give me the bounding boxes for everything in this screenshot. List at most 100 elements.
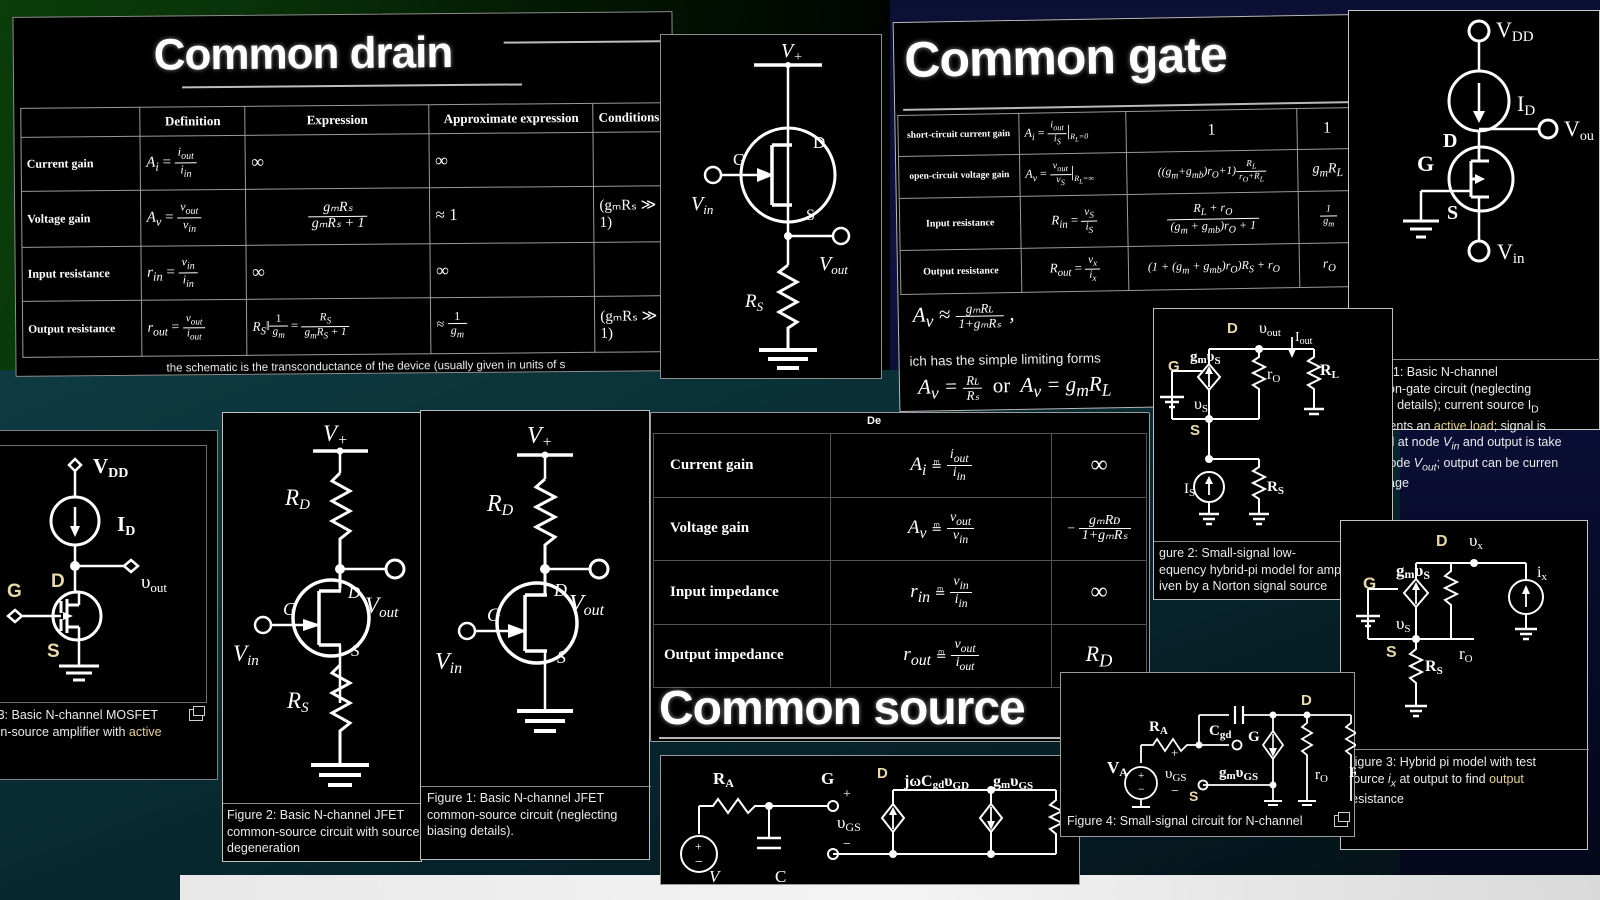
col-head-approx: Approximate expression xyxy=(429,103,594,134)
label-drain: D xyxy=(1436,533,1448,550)
caption-line: resistance xyxy=(1347,791,1404,806)
cell-definition: Av = vout vS |RL=∞ xyxy=(1019,152,1128,197)
label-jwcgd-vgd: jωCgdυGD xyxy=(903,773,969,792)
common-gate-title: Common gate xyxy=(903,26,1228,88)
caption-line: mon-source amplifier with active xyxy=(0,724,162,739)
window-common-drain[interactable]: Common drain Definition Expression Appro… xyxy=(12,11,684,377)
label-vin: Vin xyxy=(435,649,462,677)
label-vs: υS xyxy=(1194,396,1208,415)
label-gate: G xyxy=(487,605,501,626)
cell-approx: ≈ 1 gm xyxy=(430,296,596,354)
label-gm-vs: gmυS xyxy=(1190,349,1221,367)
label-source: S xyxy=(806,207,815,224)
table-row: Input resistance Rin = vS iS RL + rO (gm +… xyxy=(899,190,1360,251)
row-label-sc-current-gain: short-circuit current gain xyxy=(897,113,1020,157)
row-label-input-impedance: Input impedance xyxy=(653,560,831,625)
common-source-table: Current gain Ai ≞ iout iin ∞ Voltage gain… xyxy=(653,433,1147,688)
window-cs-figure1[interactable]: V+ RD Vout D G Vin S Figure 1: Basic N-c… xyxy=(420,410,651,860)
label-gate: G xyxy=(283,599,296,619)
label-vout: υout xyxy=(141,572,167,595)
label-vout: Vou xyxy=(1564,116,1594,144)
table-row: Current gain Ai ≞ iout iin ∞ xyxy=(653,433,1147,498)
label-v: V xyxy=(709,867,722,884)
cell-definition: rout = vout iout xyxy=(141,299,248,357)
common-gate-note-text: ich has the simple limiting forms xyxy=(909,350,1101,369)
window-common-drain-schematic[interactable]: V+ D G Vin S Vout RS xyxy=(660,34,882,379)
cs-fig1-caption: Figure 1: Basic N-channel JFET common-so… xyxy=(427,790,657,840)
cs-fig2-caption-rule xyxy=(223,803,423,804)
label-gate: G xyxy=(1363,574,1376,593)
cg-fig1-circuit-svg: VDD ID D Vou G S Vin xyxy=(1403,17,1594,267)
cell-definition: Ai = iout iin xyxy=(140,134,246,191)
cell-definition: Rin = vS iS xyxy=(1020,194,1129,249)
caption-line: ID. xyxy=(0,740,213,760)
table-row: Output resistance Rout = vx ix (1 + (gm +… xyxy=(900,242,1360,295)
plus-sign: + xyxy=(1138,770,1144,782)
cs-fig3-circuit-svg: VDD ID υout D G in S xyxy=(6,454,167,682)
label-ro: rO xyxy=(1459,644,1473,665)
cell-expression: gₘRₛ gₘRₛ + 1 xyxy=(245,187,431,246)
label-gm-vgs: gmυGS xyxy=(993,773,1033,792)
cell-definition: rin = vin iin xyxy=(141,245,247,301)
row-label-current-gain: Current gain xyxy=(653,433,831,498)
label-gate: G xyxy=(7,581,22,602)
label-source: S xyxy=(557,647,566,667)
table-row: Current gain Ai = iout iin ∞ ∞ xyxy=(20,131,666,192)
label-id: ID xyxy=(117,512,135,539)
label-rd: RD xyxy=(284,485,310,513)
common-source-partial-header: De xyxy=(867,415,882,427)
label-ro: rO xyxy=(1267,366,1280,385)
label-gate: G xyxy=(1417,151,1434,176)
label-drain: D xyxy=(877,765,888,782)
row-label-output-resistance: Output resistance xyxy=(22,300,143,358)
label-drain: D xyxy=(1301,692,1312,709)
label-c: C xyxy=(775,867,786,884)
row-label-voltage-gain: Voltage gain xyxy=(21,190,142,248)
minus-sign: − xyxy=(1138,782,1145,796)
label-id: ID xyxy=(1517,91,1535,119)
cell-definition: Av ≞ vout vin xyxy=(830,496,1052,561)
plus-sign-2: + xyxy=(1171,745,1178,760)
label-vdd: VDD xyxy=(1496,17,1534,45)
row-label-oc-voltage-gain: open-circuit voltage gain xyxy=(898,154,1021,199)
label-drain: D xyxy=(813,133,825,152)
common-gate-approx-formula: Av ≈ gₘRʟ 1+gₘRₛ , xyxy=(912,300,1015,331)
col-head-definition: Definition xyxy=(140,106,246,136)
common-drain-circuit-svg: V+ D G Vin S Vout RS xyxy=(691,40,851,370)
label-iout: Iout xyxy=(1295,330,1313,347)
table-row: Output resistance rout = vout iout RS‖ 1 gm… xyxy=(22,295,667,358)
label-rs: RS xyxy=(744,291,764,314)
table-row: Input impedance rin ≞ vin iin ∞ xyxy=(653,560,1147,625)
label-source: S xyxy=(1386,644,1397,661)
caption-line: source ix at output to find output xyxy=(1347,771,1524,790)
caption-line: common-source circuit (neglecting xyxy=(427,807,618,822)
window-cs-figure4[interactable]: RA + − VA Cgd G + υGS − S gmυGS D rO R F… xyxy=(1060,672,1356,837)
cell-approx: ∞ xyxy=(429,131,594,188)
caption-line: Figure 3: Hybrid pi model with test xyxy=(1347,755,1536,769)
label-ix: ix xyxy=(1537,564,1547,583)
cs-fig4-circuit-svg: RA + − VA Cgd G + υGS − S gmυGS D rO R xyxy=(1107,692,1356,808)
label-ro: rO xyxy=(1315,767,1328,785)
restore-window-icon[interactable] xyxy=(1334,812,1350,827)
window-cs-figure2[interactable]: V+ RD Vout D G Vin S RS Figure 2: Basic … xyxy=(222,412,423,862)
row-label-output-resistance: Output resistance xyxy=(900,248,1022,295)
caption-line: re 3: Basic N-channel MOSFET xyxy=(0,708,159,722)
label-source: S xyxy=(1447,202,1458,224)
window-cs-figure3[interactable]: VDD ID υout D G in S re 3: Basic N-chann… xyxy=(0,430,218,780)
cell-expression: 1 xyxy=(1125,108,1298,153)
cg-fig3-circuit-svg: D υx G gmυS rO ix υS S RS xyxy=(1356,531,1547,718)
label-vin: Vin xyxy=(691,193,713,217)
window-cs-smallsignal-bottom[interactable]: RA + − V C G + υGS − D jωCgdυGD gmυGS xyxy=(660,755,1080,885)
window-cg-figure3[interactable]: D υx G gmυS rO ix υS S RS Figure 3: Hybr… xyxy=(1340,520,1589,850)
cs-fig1-caption-rule xyxy=(421,786,651,787)
label-r: R xyxy=(1349,765,1356,781)
label-source: S xyxy=(351,641,360,660)
cell-approx: ∞ xyxy=(430,242,595,298)
label-drain: D xyxy=(1227,320,1238,337)
label-vout: Vout xyxy=(819,253,848,277)
label-vplus: V+ xyxy=(323,421,348,449)
label-source: S xyxy=(1189,788,1198,804)
cell-definition: Ai = iout iS |RL=0 xyxy=(1018,111,1127,155)
label-vin: Vin xyxy=(233,641,259,669)
table-row: Voltage gain Av = vout vin gₘRₛ gₘRₛ + 1 ≈… xyxy=(21,185,666,248)
